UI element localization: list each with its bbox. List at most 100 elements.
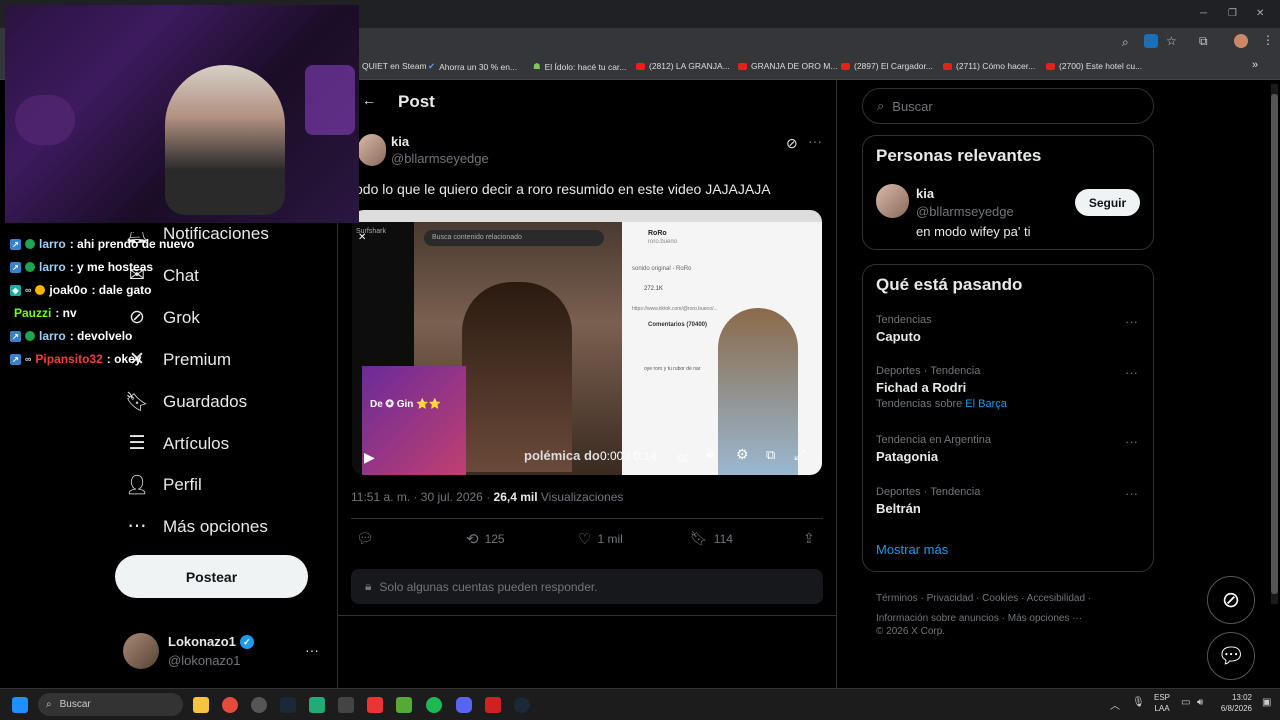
back-arrow-icon[interactable]: ← xyxy=(362,92,376,108)
minimize-icon[interactable]: ─ xyxy=(1200,8,1207,19)
bookmark-item[interactable]: QUIET en Steam xyxy=(362,61,427,71)
author-avatar[interactable] xyxy=(358,134,386,166)
steam-icon[interactable] xyxy=(280,697,296,713)
app-icon[interactable] xyxy=(309,697,325,713)
taskbar-search[interactable]: ⌕ Buscar xyxy=(38,693,183,716)
chat-fab-icon[interactable]: 💬︎ xyxy=(1207,632,1255,680)
grok-fab-icon[interactable]: ⊘ xyxy=(1207,576,1255,624)
chrome-icon[interactable] xyxy=(222,697,238,713)
bookmark-item[interactable]: ☗ El Ídolo: hacé tu car... xyxy=(533,61,626,72)
bookmark-item[interactable]: (2711) Cómo hacer... xyxy=(943,61,1035,71)
trend-item[interactable]: Deportes · Tendencia Fichad a Rodri Tenden… xyxy=(876,365,1146,410)
app-icon[interactable] xyxy=(485,697,501,713)
search-icon: ⌕ xyxy=(46,699,52,710)
trend-item[interactable]: Tendencias Caputo ··· xyxy=(876,314,1146,344)
volume-icon[interactable]: 🔊︎ xyxy=(1197,697,1203,708)
fullscreen-icon[interactable]: ⤢ xyxy=(794,446,805,463)
reply-button[interactable]: 💬︎ xyxy=(356,530,374,547)
trend-item[interactable]: Tendencia en Argentina Patagonia ··· xyxy=(876,434,1146,464)
extensions-puzzle-icon[interactable]: ⧉ xyxy=(1199,34,1208,49)
extension-icon[interactable] xyxy=(1144,34,1158,48)
prime-badge-icon: ↗ xyxy=(10,261,21,273)
menu-dots-icon[interactable]: ⋮ xyxy=(1262,33,1274,47)
spotify-icon[interactable] xyxy=(426,697,442,713)
account-more-icon[interactable]: ··· xyxy=(305,642,319,658)
follow-button[interactable]: Seguir xyxy=(1075,189,1140,216)
show-more-link[interactable]: Mostrar más xyxy=(876,542,948,557)
sidebar-item-grok[interactable]: ⊘ Grok xyxy=(125,306,200,329)
pip-icon[interactable]: ⧉ xyxy=(766,447,775,463)
author-name[interactable]: kia xyxy=(391,134,409,149)
sidebar-item-mas-opciones[interactable]: ⋯ Más opciones xyxy=(125,515,268,538)
avatar[interactable] xyxy=(876,184,909,218)
sidebar-item-perfil[interactable]: 👤︎ Perfil xyxy=(125,473,202,497)
captions-icon[interactable]: ㏄ xyxy=(677,448,689,465)
post-button[interactable]: Postear xyxy=(115,555,308,598)
trend-more-icon[interactable]: ··· xyxy=(1125,365,1138,380)
share-button[interactable]: ⇪ xyxy=(803,530,815,547)
search-input[interactable]: ⌕ Buscar xyxy=(862,88,1154,124)
trend-item[interactable]: Deportes · Tendencia Beltrán ··· xyxy=(876,486,1146,516)
account-name[interactable]: Lokonazo1 ✓ xyxy=(168,634,254,649)
network-icon[interactable]: ▭ xyxy=(1181,697,1190,708)
language-indicator[interactable]: ESP LAA xyxy=(1154,692,1170,714)
tray-chevron-icon[interactable]: ︿ xyxy=(1110,697,1120,712)
app-icon[interactable] xyxy=(367,697,383,713)
video-streamer xyxy=(718,308,798,475)
reply-icon: 💬︎ xyxy=(356,530,374,546)
avatar[interactable] xyxy=(123,633,159,669)
author-handle[interactable]: @bllarmseyedge xyxy=(391,151,489,166)
chat-message: ↗ ∞ Pipansito32: okey xyxy=(10,352,141,366)
bookmark-item[interactable]: (2812) LA GRANJA... xyxy=(636,61,730,71)
video-player[interactable]: Surfshark Busca contenido relacionado Ro… xyxy=(352,210,822,475)
badge-icon: ∞ xyxy=(25,354,32,364)
maximize-icon[interactable]: ❐ xyxy=(1228,8,1237,19)
app-icon[interactable] xyxy=(396,697,412,713)
video-close-icon[interactable]: ✕ xyxy=(358,232,366,243)
sidebar-item-guardados[interactable]: 🔖︎ Guardados xyxy=(125,390,247,414)
trend-more-icon[interactable]: ··· xyxy=(1125,434,1138,449)
footer-links: Términos · Privacidad · Cookies · Accesi… xyxy=(876,593,1092,624)
more-bookmarks-button[interactable]: » xyxy=(1252,59,1258,71)
steam-icon[interactable] xyxy=(514,697,530,713)
sub-badge-icon: ◆ xyxy=(10,284,21,296)
chat-message: Pauzzi: nv xyxy=(14,306,77,320)
bookmark-item[interactable]: GRANJA DE ORO M... xyxy=(738,61,837,71)
grok-icon[interactable]: ⊘ xyxy=(786,135,798,152)
relevant-handle[interactable]: @bllarmseyedge xyxy=(916,204,1014,219)
scrollbar[interactable] xyxy=(1271,84,1278,604)
bookmark-item[interactable]: (2897) El Cargador... xyxy=(841,61,933,71)
profile-avatar-icon[interactable] xyxy=(1234,34,1248,48)
settings-gear-icon[interactable]: ⚙ xyxy=(736,446,749,463)
file-explorer-icon[interactable] xyxy=(193,697,209,713)
more-options-icon[interactable]: ··· xyxy=(808,133,822,149)
app-icon[interactable] xyxy=(338,697,354,713)
star-icon[interactable]: ☆ xyxy=(1166,34,1177,48)
retweet-button[interactable]: ⟲ 125 xyxy=(466,530,505,548)
bookmark-item[interactable]: (2700) Este hotel cu... xyxy=(1046,61,1142,71)
neon-sign xyxy=(305,65,355,135)
trend-more-icon[interactable]: ··· xyxy=(1125,486,1138,501)
lock-icon: 🔒︎ xyxy=(365,579,372,593)
trend-more-icon[interactable]: ··· xyxy=(1125,314,1138,329)
windows-start-icon[interactable] xyxy=(12,697,28,713)
zoom-icon[interactable]: ⌕ xyxy=(1122,35,1129,50)
clock[interactable]: 13:02 6/8/2026 xyxy=(1216,692,1252,714)
volume-icon[interactable]: 🔊︎ xyxy=(706,447,714,463)
bookmark-button[interactable]: 🔖︎ 114 xyxy=(690,530,733,547)
like-button[interactable]: ♡ 1 mil xyxy=(578,530,623,548)
obs-icon[interactable] xyxy=(251,697,267,713)
notifications-icon[interactable]: ▣ xyxy=(1262,697,1271,708)
close-icon[interactable]: ✕ xyxy=(1256,8,1264,19)
video-banner: De ✪ Gin ⭐⭐ xyxy=(370,399,442,410)
mic-icon[interactable]: 🎙︎ xyxy=(1132,697,1145,708)
discord-icon[interactable] xyxy=(456,697,472,713)
background-light xyxy=(15,95,75,145)
play-icon[interactable]: ▶ xyxy=(364,449,375,466)
bookmark-item[interactable]: ✔ Ahorra un 30 % en... xyxy=(428,61,517,72)
relevant-name[interactable]: kia xyxy=(916,186,934,201)
trends-title: Qué está pasando xyxy=(876,275,1023,294)
site-icon: ☗ xyxy=(533,61,541,71)
sidebar-item-articulos[interactable]: ☰ Artículos xyxy=(125,432,229,455)
retweet-icon: ⟲ xyxy=(466,531,479,548)
